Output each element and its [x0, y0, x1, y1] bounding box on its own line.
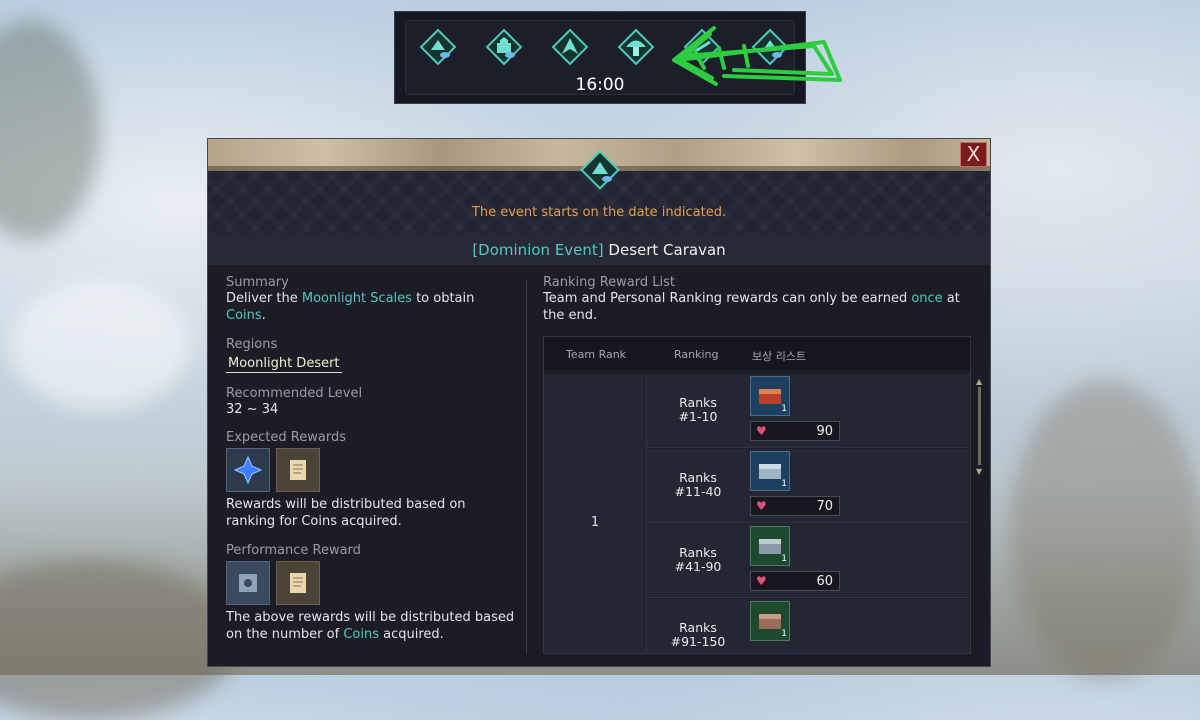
expected-rewards-row	[226, 448, 516, 492]
rank-range: Ranks #41-90	[674, 545, 722, 574]
event-notice: The event starts on the date indicated.	[471, 205, 727, 220]
desert-caravan-icon	[580, 150, 620, 190]
event-detail-panel: X The event starts on the date indicated…	[207, 138, 991, 667]
moonlight-scales-highlight: Moonlight Scales	[301, 291, 412, 306]
rank-range: Ranks #91-150	[670, 620, 726, 649]
ranking-table-header: Team Rank Ranking 보상 리스트	[544, 337, 970, 370]
performance-reward-label: Performance Reward	[226, 543, 361, 558]
chest-icon[interactable]: 1	[750, 451, 790, 491]
ranking-row: Ranks #1-10 1 ♥ 90	[647, 374, 969, 448]
background-structure	[1010, 380, 1200, 680]
header-ranking: Ranking	[674, 348, 719, 361]
scroll-icon[interactable]	[276, 448, 320, 492]
column-divider	[526, 279, 527, 654]
performance-reward-note: The above rewards will be distributed ba…	[226, 610, 515, 642]
coin-reward: ♥ 90	[750, 421, 840, 441]
chest-icon[interactable]: 1	[750, 376, 790, 416]
event-title: [Dominion Event] Desert Caravan	[208, 235, 990, 265]
event-category: [Dominion Event]	[472, 241, 604, 259]
castle-event-icon[interactable]	[485, 28, 523, 66]
ranking-description: Team and Personal Ranking rewards can on…	[543, 291, 960, 323]
event-name: Desert Caravan	[603, 241, 726, 259]
coins-highlight: Coins	[343, 627, 379, 642]
rank-range: Ranks #1-10	[678, 395, 718, 424]
scroll-icon[interactable]	[276, 561, 320, 605]
level-label: Recommended Level	[226, 386, 363, 401]
coin-reward: ♥ 60	[750, 571, 840, 591]
chest-icon[interactable]: 1	[750, 526, 790, 566]
expected-rewards-label: Expected Rewards	[226, 430, 346, 445]
ranking-row: Ranks #11-40 1 ♥ 70	[647, 449, 969, 523]
heart-coin-icon: ♥	[756, 499, 767, 513]
scrollbar-thumb[interactable]	[978, 387, 981, 465]
ranking-column: Ranking Reward List Team and Personal Ra…	[543, 275, 973, 324]
regions-label: Regions	[226, 337, 278, 352]
desert-event-icon[interactable]	[419, 28, 457, 66]
ranking-row: Ranks #41-90 1 ♥ 60	[647, 524, 969, 598]
ranking-table: Team Rank Ranking 보상 리스트 1 Ranks #1-10 1 …	[543, 336, 971, 654]
level-value: 32 ~ 34	[226, 402, 279, 417]
region-link-moonlight-desert[interactable]: Moonlight Desert	[226, 356, 342, 373]
performance-rewards-row	[226, 561, 516, 605]
book-icon[interactable]	[226, 561, 270, 605]
background-tree	[0, 20, 100, 240]
summary-label: Summary	[226, 275, 289, 290]
ranking-row: Ranks #91-150 1	[647, 599, 969, 653]
team-rank-value: 1	[590, 515, 600, 530]
ranking-scrollbar[interactable]: ▲ ▼	[976, 377, 982, 476]
heart-coin-icon: ♥	[756, 424, 767, 438]
blue-crystal-icon[interactable]	[226, 448, 270, 492]
mushroom-event-icon[interactable]	[617, 28, 655, 66]
green-arrow-annotation	[672, 26, 842, 86]
header-team-rank: Team Rank	[566, 348, 627, 361]
once-highlight: once	[911, 291, 943, 306]
background-ground	[0, 560, 240, 720]
close-button[interactable]: X	[960, 142, 987, 167]
coin-reward: ♥ 70	[750, 496, 840, 516]
rank-range: Ranks #11-40	[674, 470, 722, 499]
dragon-event-icon[interactable]	[551, 28, 589, 66]
chest-icon[interactable]: 1	[750, 601, 790, 641]
expected-rewards-note: Rewards will be distributed based on ran…	[226, 497, 466, 529]
header-reward-list: 보상 리스트	[752, 350, 807, 363]
summary-text: Deliver the Moonlight Scales to obtain C…	[226, 291, 475, 323]
scroll-down-icon[interactable]: ▼	[976, 467, 982, 476]
heart-coin-icon: ♥	[756, 574, 767, 588]
event-info-column: Summary Deliver the Moonlight Scales to …	[226, 275, 516, 643]
background-cloud	[10, 280, 190, 410]
team-rank-cell: 1	[544, 374, 647, 653]
scroll-up-icon[interactable]: ▲	[976, 377, 982, 386]
coins-highlight: Coins	[226, 308, 262, 323]
ranking-label: Ranking Reward List	[543, 275, 675, 290]
